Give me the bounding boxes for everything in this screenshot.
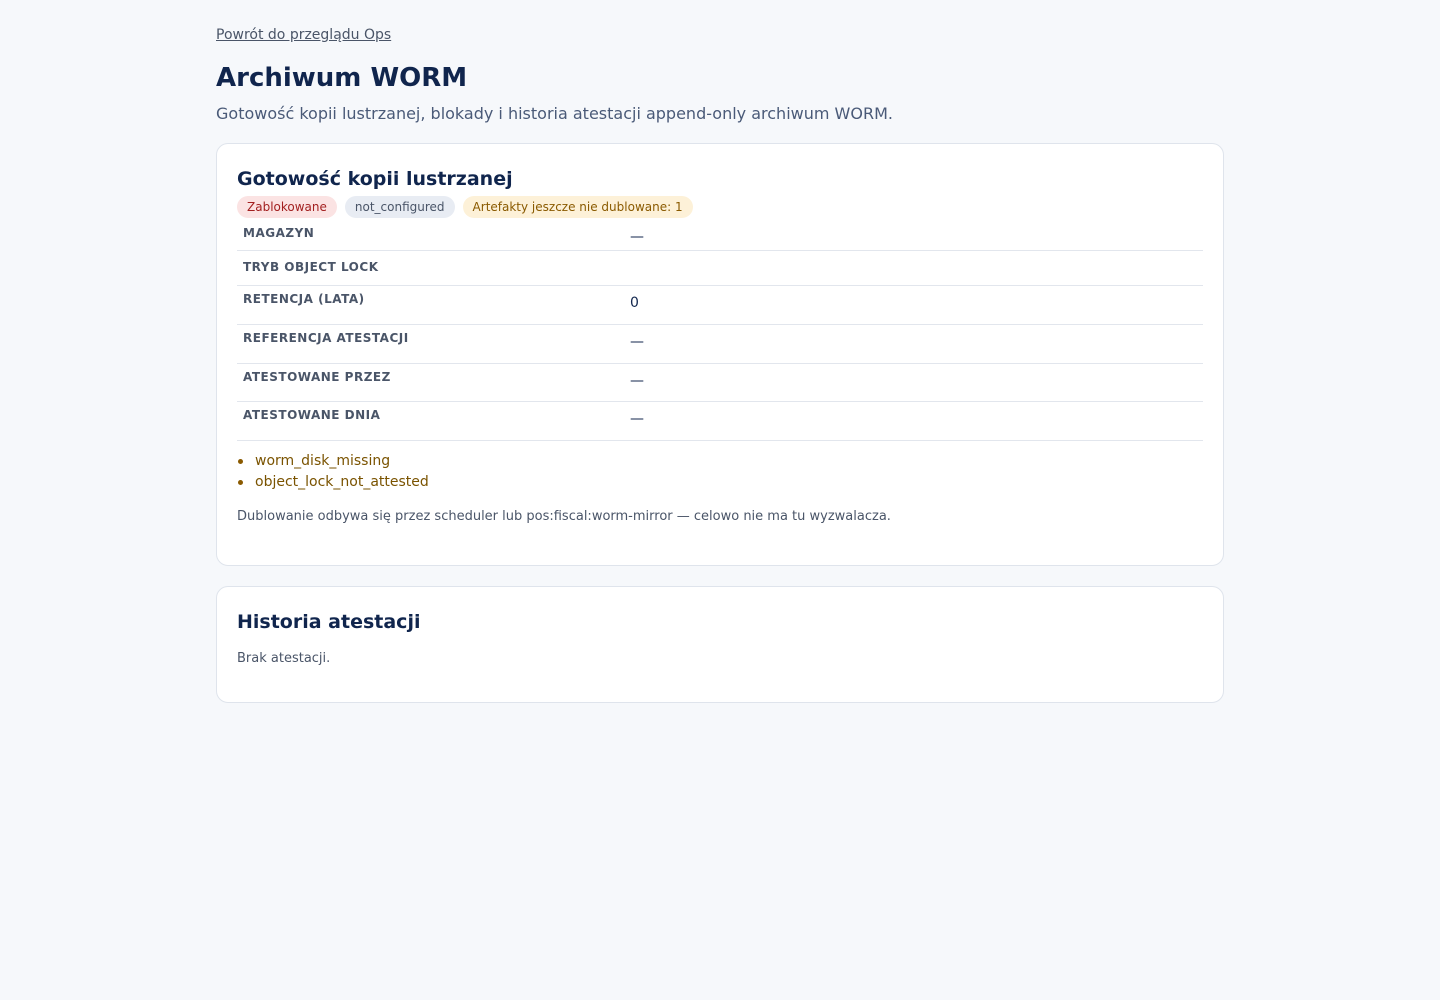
- page-title: Archiwum WORM: [216, 63, 468, 93]
- row-key-attested-on: Atestowane dnia: [243, 407, 381, 422]
- table-row: Referencja atestacji —: [237, 324, 1203, 364]
- row-value-attested-by: —: [630, 372, 644, 389]
- table-row: Retencja (lata) 0: [237, 285, 1203, 325]
- history-card-title: Historia atestacji: [237, 611, 421, 633]
- list-item: worm_disk_missing: [237, 451, 1203, 472]
- blocker-list: worm_disk_missing object_lock_not_attest…: [237, 451, 1203, 493]
- row-value-attestation-ref: —: [630, 333, 644, 350]
- row-value-storage: —: [630, 229, 644, 245]
- row-key-attested-by: Atestowane przez: [243, 369, 391, 384]
- status-badge-config: not_configured: [344, 196, 455, 218]
- status-badge-blocked: Zablokowane: [237, 196, 337, 218]
- row-key-attestation-ref: Referencja atestacji: [243, 330, 409, 345]
- table-row: Atestowane dnia —: [237, 401, 1203, 441]
- table-row: Tryb Object Lock: [237, 250, 1203, 286]
- row-value-retention: 0: [630, 294, 639, 311]
- mirror-readiness-card: Gotowość kopii lustrzanej Zablokowane no…: [216, 143, 1224, 566]
- back-to-ops-link[interactable]: Powrót do przeglądu Ops: [216, 25, 391, 45]
- history-empty-state: Brak atestacji.: [237, 651, 331, 666]
- row-key-retention: Retencja (lata): [243, 291, 365, 306]
- list-item: object_lock_not_attested: [237, 472, 1203, 493]
- page-subtitle: Gotowość kopii lustrzanej, blokady i his…: [216, 104, 893, 123]
- attestation-history-card: Historia atestacji Brak atestacji.: [216, 586, 1224, 703]
- mirror-note: Dublowanie odbywa się przez scheduler lu…: [237, 508, 891, 524]
- row-value-attested-on: —: [630, 410, 644, 427]
- table-row: Atestowane przez —: [237, 363, 1203, 402]
- readiness-details-table: Magazyn — Tryb Object Lock Retencja (lat…: [237, 220, 1203, 441]
- readiness-card-title: Gotowość kopii lustrzanej: [237, 168, 513, 190]
- status-badge-pending-artifacts: Artefakty jeszcze nie dublowane: 1: [462, 196, 693, 218]
- row-value-object-lock-mode: [630, 251, 1203, 260]
- status-badges: Zablokowane not_configured Artefakty jes…: [237, 196, 1203, 218]
- row-key-storage: Magazyn: [243, 226, 315, 240]
- worm-archive-page: Powrót do przeglądu Ops Archiwum WORM Go…: [216, 24, 1224, 703]
- table-row: Magazyn —: [237, 220, 1203, 251]
- row-key-object-lock-mode: Tryb Object Lock: [243, 259, 379, 274]
